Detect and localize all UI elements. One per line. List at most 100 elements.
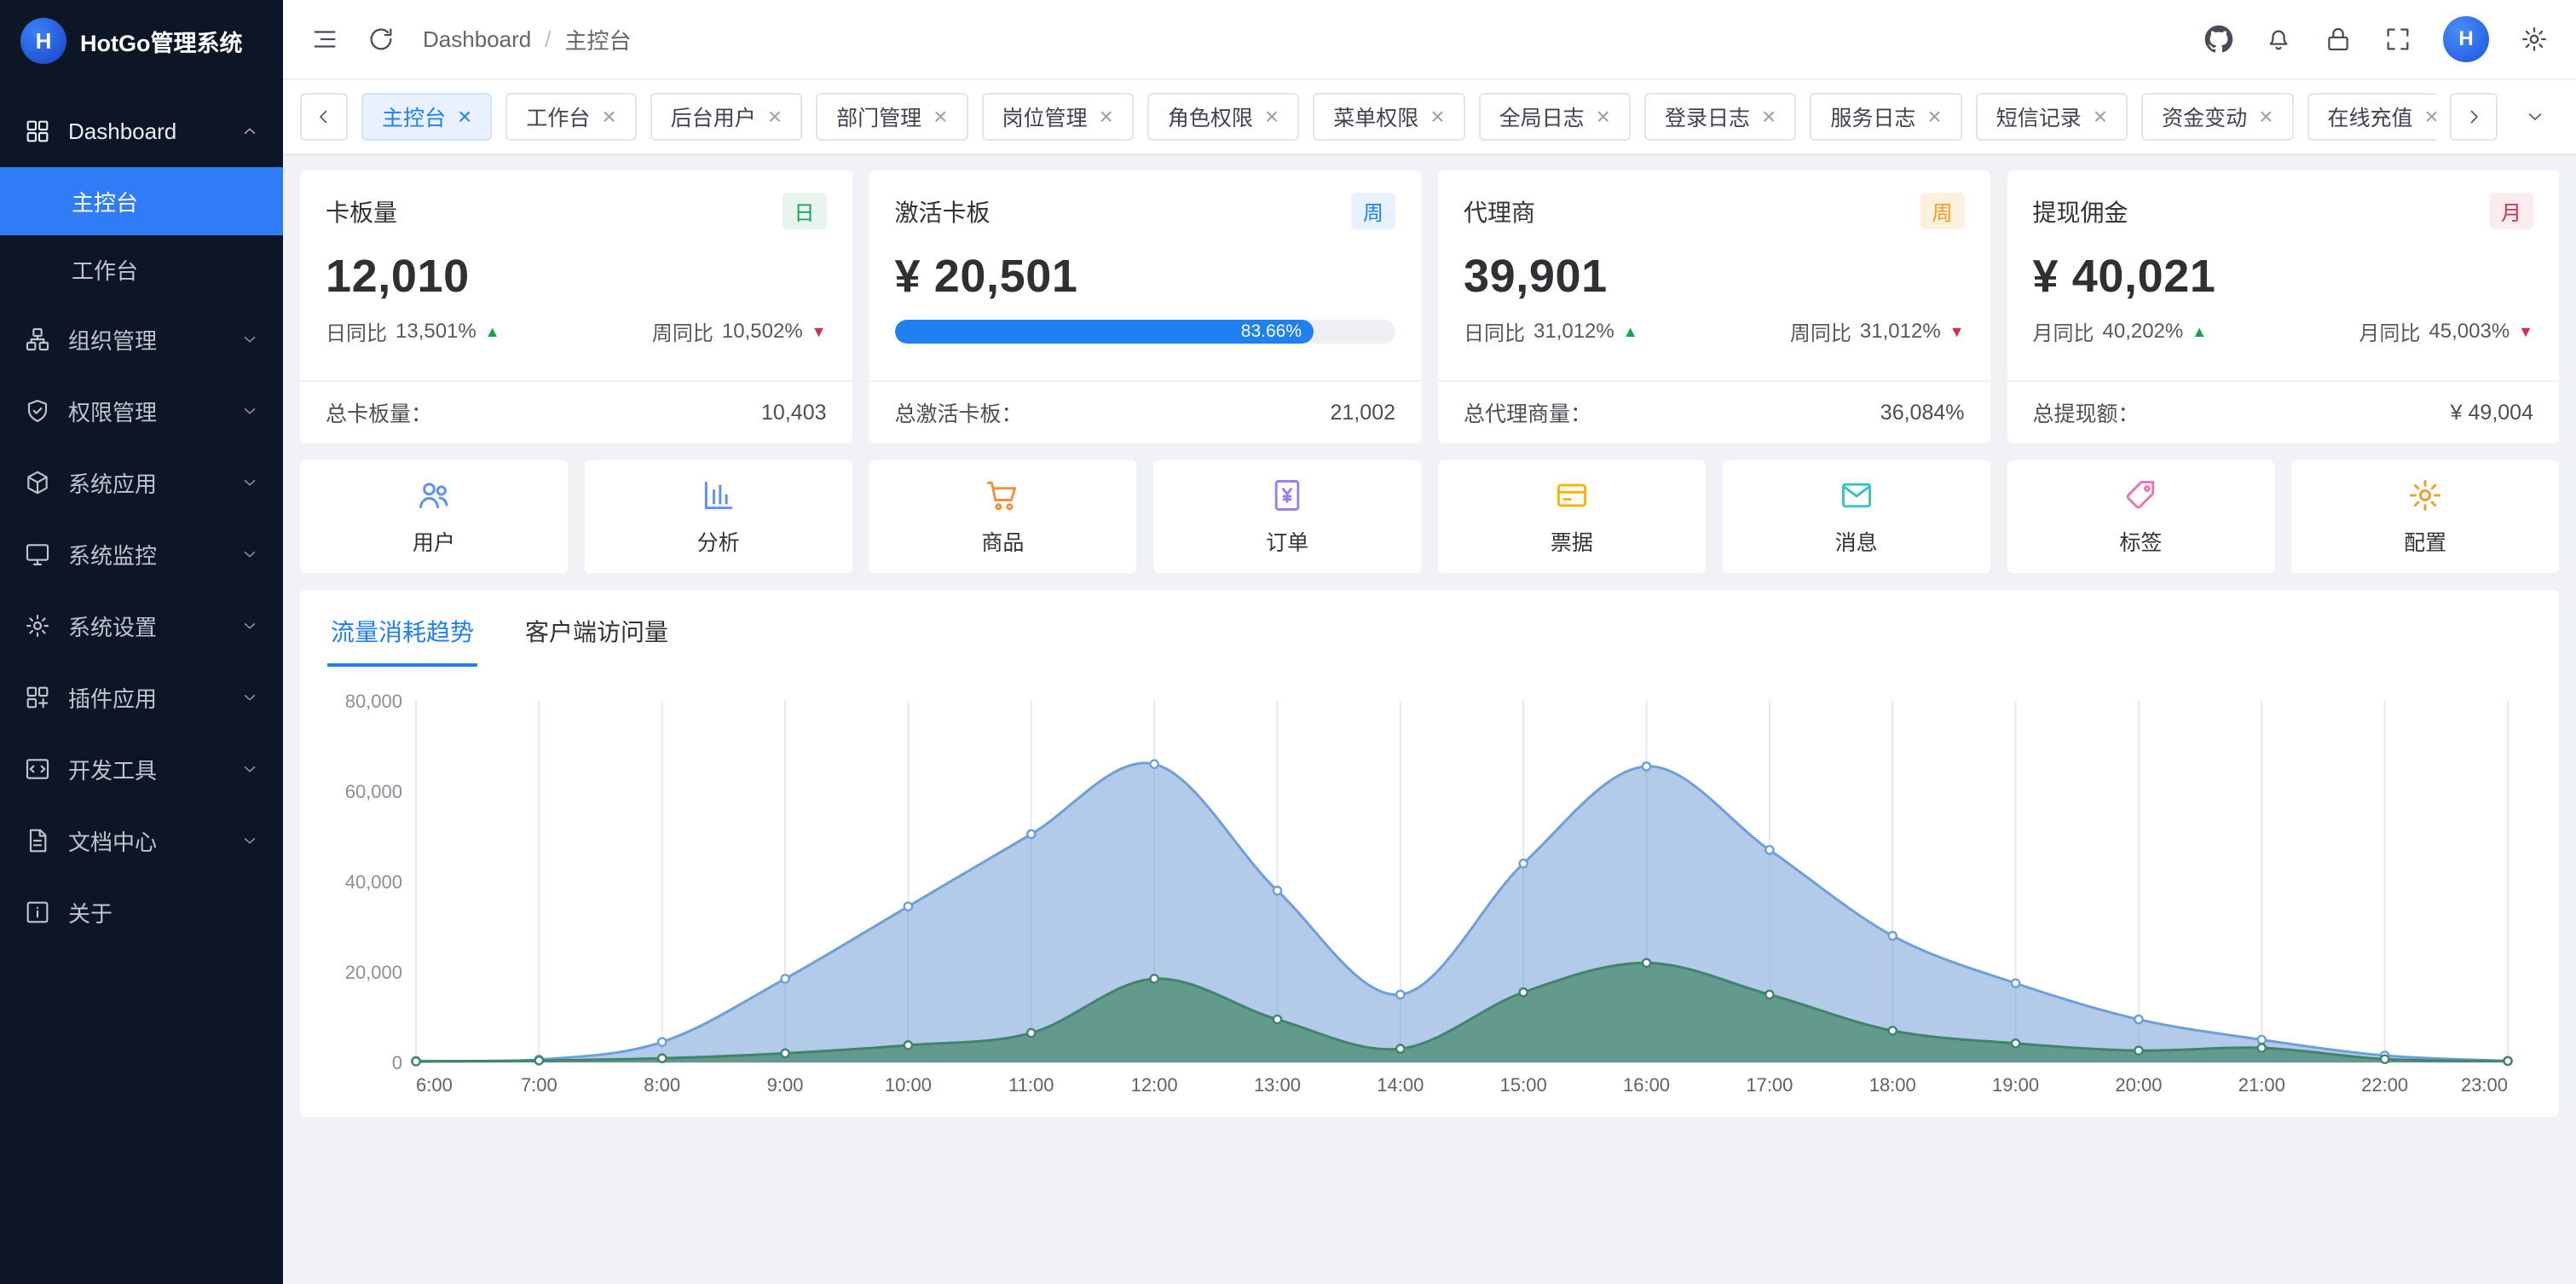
sidebar-item-label: 关于 <box>68 897 113 928</box>
tab-online-recharge[interactable]: 在线充值 <box>2307 93 2437 141</box>
shortcut-invoices[interactable]: 票据 <box>1438 460 1706 573</box>
shortcut-messages[interactable]: 消息 <box>1723 460 1990 573</box>
fullscreen-icon[interactable] <box>2383 25 2412 54</box>
tabs-dropdown-button[interactable] <box>2511 93 2559 141</box>
svg-text:20:00: 20:00 <box>2115 1074 2162 1096</box>
tab-global-logs[interactable]: 全局日志 <box>1479 93 1631 141</box>
sidebar-item-plugins[interactable]: 插件应用 <box>0 662 283 733</box>
close-icon[interactable] <box>1597 105 1610 129</box>
shortcut-label: 用户 <box>413 526 455 557</box>
metric-value: 45,003% <box>2429 320 2510 344</box>
sidebar-item-label: 插件应用 <box>68 682 157 714</box>
tab-login-logs[interactable]: 登录日志 <box>1644 93 1796 141</box>
app-logo-icon: H <box>20 18 66 64</box>
breadcrumb-separator: / <box>545 26 551 53</box>
trend-up-icon <box>2192 324 2207 339</box>
stat-metrics: 日同比 31,012% 周同比 31,012% <box>1438 316 1990 346</box>
tab-menu-permissions[interactable]: 菜单权限 <box>1313 93 1464 141</box>
tab-traffic-trend[interactable]: 流量消耗趋势 <box>327 610 477 667</box>
sidebar-item-organization[interactable]: 组织管理 <box>0 304 283 375</box>
app-layout: H HotGo管理系统 Dashboard 主控台 工作台 组织管理 <box>0 0 2576 1284</box>
github-icon[interactable] <box>2204 25 2233 54</box>
close-icon[interactable] <box>602 105 615 129</box>
tab-label: 后台用户 <box>671 101 756 132</box>
tab-console[interactable]: 主控台 <box>361 93 492 141</box>
close-icon[interactable] <box>458 105 471 129</box>
stat-card-title: 提现佣金 <box>2033 194 2128 228</box>
period-badge: 月 <box>2489 193 2533 229</box>
sidebar-item-label: 开发工具 <box>68 754 157 785</box>
close-icon[interactable] <box>1762 105 1776 129</box>
stat-footer-label: 总提现额： <box>2033 397 2140 428</box>
shortcut-goods[interactable]: 商品 <box>869 460 1137 573</box>
tab-sms-records[interactable]: 短信记录 <box>1976 93 2128 141</box>
breadcrumb-root[interactable]: Dashboard <box>423 26 531 53</box>
settings-gear-icon[interactable] <box>2520 25 2549 54</box>
period-badge: 日 <box>783 193 827 229</box>
close-icon[interactable] <box>2094 105 2107 129</box>
sidebar-item-dashboard[interactable]: Dashboard <box>0 95 283 167</box>
sidebar-item-console[interactable]: 主控台 <box>0 167 283 235</box>
bell-icon[interactable] <box>2264 25 2293 54</box>
plugin-grid-icon <box>24 684 51 711</box>
shortcut-orders[interactable]: 订单 <box>1153 460 1421 573</box>
metric-label: 日同比 <box>1464 316 1525 346</box>
tabs-scroll-left-button[interactable] <box>300 93 348 141</box>
refresh-icon[interactable] <box>367 25 396 54</box>
tab-positions[interactable]: 岗位管理 <box>982 93 1134 141</box>
app-logo[interactable]: H HotGo管理系统 <box>0 0 283 82</box>
sidebar-menu: Dashboard 主控台 工作台 组织管理 权限管理 系统应用 <box>0 82 283 1284</box>
close-icon[interactable] <box>1430 105 1444 129</box>
shortcut-label: 票据 <box>1551 526 1593 557</box>
tab-service-logs[interactable]: 服务日志 <box>1810 93 1961 141</box>
svg-text:60,000: 60,000 <box>345 781 402 802</box>
close-icon[interactable] <box>933 105 947 129</box>
sidebar-item-system-settings[interactable]: 系统设置 <box>0 590 283 662</box>
tab-label: 角色权限 <box>1168 101 1253 132</box>
sidebar-item-about[interactable]: 关于 <box>0 876 283 948</box>
close-icon[interactable] <box>768 105 782 129</box>
sidebar-item-docs[interactable]: 文档中心 <box>0 805 283 876</box>
close-icon[interactable] <box>1265 105 1279 129</box>
metric-label: 月同比 <box>2033 316 2094 346</box>
stat-card-agents: 代理商 周 39,901 日同比 31,012% 周同比 31,012% <box>1438 171 1990 443</box>
sidebar-item-workbench[interactable]: 工作台 <box>0 235 283 304</box>
tab-departments[interactable]: 部门管理 <box>816 93 967 141</box>
period-badge: 周 <box>1351 193 1395 229</box>
sidebar-item-system-apps[interactable]: 系统应用 <box>0 447 283 518</box>
shortcut-analytics[interactable]: 分析 <box>585 460 852 573</box>
svg-text:13:00: 13:00 <box>1254 1074 1301 1096</box>
shortcut-users[interactable]: 用户 <box>300 460 568 573</box>
metric-value: 13,501% <box>396 320 477 344</box>
sidebar-item-system-monitor[interactable]: 系统监控 <box>0 518 283 590</box>
shortcut-config[interactable]: 配置 <box>2291 460 2559 573</box>
stat-card-card-volume: 卡板量 日 12,010 日同比 13,501% 周同比 10,502% <box>300 171 852 443</box>
tab-admin-users[interactable]: 后台用户 <box>650 93 802 141</box>
metric-label: 周同比 <box>652 316 713 346</box>
tab-label: 工作台 <box>526 101 590 132</box>
sidebar-item-label: 系统监控 <box>68 539 157 570</box>
menu-collapse-icon[interactable] <box>310 25 339 54</box>
shortcut-tags[interactable]: 标签 <box>2007 460 2275 573</box>
close-icon[interactable] <box>1927 105 1941 129</box>
shortcut-label: 分析 <box>697 526 740 557</box>
close-icon[interactable] <box>1100 105 1113 129</box>
user-avatar[interactable]: H <box>2443 16 2489 62</box>
tab-client-visits[interactable]: 客户端访问量 <box>522 610 672 667</box>
tab-workbench[interactable]: 工作台 <box>505 93 636 141</box>
metric-value: 40,202% <box>2103 320 2184 344</box>
lock-icon[interactable] <box>2324 25 2353 54</box>
close-icon[interactable] <box>2425 105 2436 129</box>
sidebar-item-permissions[interactable]: 权限管理 <box>0 375 283 447</box>
tab-fund-changes[interactable]: 资金变动 <box>2141 93 2293 141</box>
app-title: HotGo管理系统 <box>80 25 242 58</box>
sidebar-item-dev-tools[interactable]: 开发工具 <box>0 733 283 805</box>
svg-text:7:00: 7:00 <box>521 1074 557 1096</box>
tabs-scroll-right-button[interactable] <box>2450 93 2498 141</box>
traffic-chart-card: 流量消耗趋势 客户端访问量 6:007:008:009:0010:0011:00… <box>300 590 2559 1117</box>
stat-value: ¥ 40,021 <box>2007 229 2560 316</box>
close-icon[interactable] <box>2259 105 2273 129</box>
svg-text:16:00: 16:00 <box>1623 1074 1670 1096</box>
stat-card-title: 激活卡板 <box>895 194 991 228</box>
tab-role-permissions[interactable]: 角色权限 <box>1147 93 1299 141</box>
